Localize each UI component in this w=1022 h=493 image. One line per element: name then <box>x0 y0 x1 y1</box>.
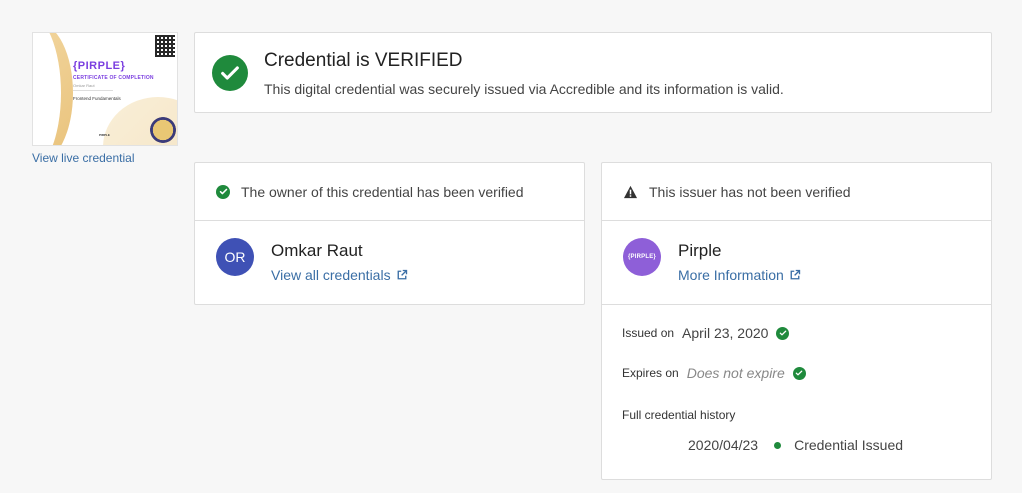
view-live-credential-link[interactable]: View live credential <box>32 151 135 165</box>
thumbnail-divider <box>73 90 113 91</box>
history-dot-icon <box>774 441 782 449</box>
history-date: 2020/04/23 <box>688 437 759 453</box>
external-link-icon <box>790 269 801 280</box>
history-title: Full credential history <box>622 408 736 422</box>
owner-card: The owner of this credential has been ve… <box>194 162 585 305</box>
thumbnail-course: Frontend Fundamentals <box>73 96 121 101</box>
verification-status-card: Credential is VERIFIED This digital cred… <box>194 32 992 113</box>
owner-card-header: The owner of this credential has been ve… <box>195 163 584 221</box>
expires-on-row: Expires on Does not expire <box>622 365 806 381</box>
credential-details: Issued on April 23, 2020 Expires on Does… <box>602 304 991 480</box>
issued-on-value: April 23, 2020 <box>682 325 769 341</box>
verification-description: This digital credential was securely iss… <box>264 81 784 97</box>
thumbnail-signature: PIRPLE <box>99 133 110 137</box>
expires-on-label: Expires on <box>622 366 679 380</box>
issuer-name: Pirple <box>678 241 722 260</box>
issued-on-row: Issued on April 23, 2020 <box>622 325 790 341</box>
view-all-credentials-link[interactable]: View all credentials <box>271 267 408 283</box>
warning-icon <box>623 185 638 198</box>
issuer-not-verified-text: This issuer has not been verified <box>649 183 851 200</box>
owner-verified-text: The owner of this credential has been ve… <box>241 183 524 200</box>
expires-on-value: Does not expire <box>686 365 785 381</box>
more-information-label: More Information <box>678 267 784 283</box>
owner-info: OR Omkar Raut View all credentials <box>195 221 584 305</box>
check-circle-icon <box>792 366 806 380</box>
check-circle-icon <box>216 184 230 199</box>
check-circle-icon <box>776 326 790 340</box>
issued-on-label: Issued on <box>622 326 675 340</box>
history-item: 2020/04/23 Credential Issued <box>688 437 903 453</box>
external-link-icon <box>397 269 407 280</box>
thumbnail-brand: {PIRPLE} <box>73 60 126 72</box>
more-information-link[interactable]: More Information <box>678 267 801 283</box>
credential-thumbnail[interactable]: {PIRPLE} CERTIFICATE OF COMPLETION Omkar… <box>32 32 178 146</box>
check-circle-icon <box>212 55 248 91</box>
history-event: Credential Issued <box>794 437 904 453</box>
view-all-credentials-label: View all credentials <box>271 267 391 283</box>
owner-name: Omkar Raut <box>271 241 363 260</box>
seal-icon <box>150 117 176 143</box>
issuer-card-header: This issuer has not been verified <box>602 163 991 221</box>
thumbnail-subtitle: CERTIFICATE OF COMPLETION <box>73 75 154 81</box>
issuer-card: This issuer has not been verified {PIRPL… <box>601 162 992 480</box>
issuer-info: {PIRPLE} Pirple More Information <box>602 221 991 305</box>
qr-code-icon <box>155 35 175 57</box>
verification-title: Credential is VERIFIED <box>264 50 463 71</box>
issuer-logo: {PIRPLE} <box>623 238 661 276</box>
thumbnail-recipient: Omkar Raut <box>73 83 95 88</box>
avatar: OR <box>216 238 254 276</box>
